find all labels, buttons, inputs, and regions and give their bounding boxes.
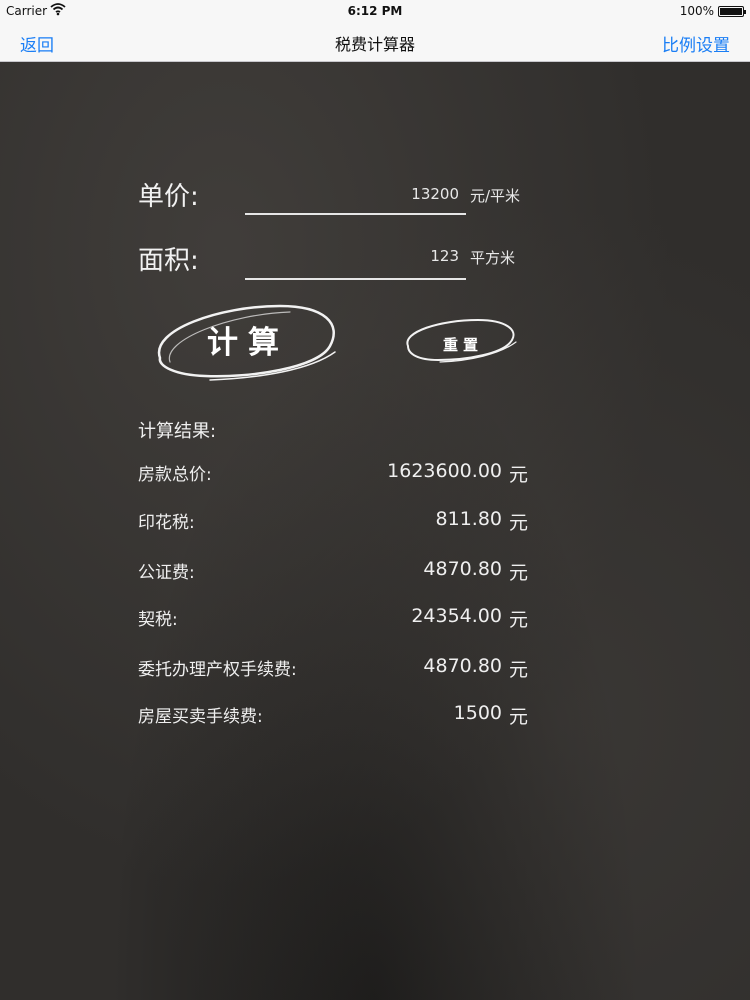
- result-unit: 元: [508, 464, 528, 486]
- result-unit: 元: [508, 512, 528, 534]
- result-value: 1623600.00: [387, 460, 502, 482]
- area-input[interactable]: 123: [339, 247, 459, 265]
- ratio-settings-button[interactable]: 比例设置: [662, 31, 730, 56]
- result-row-deed-tax: 契税: 24354.00 元: [138, 605, 528, 631]
- page-title: 税费计算器: [334, 35, 415, 54]
- result-label: 房款总价:: [138, 465, 212, 485]
- area-unit: 平方米: [470, 249, 516, 267]
- result-row-total-price: 房款总价: 1623600.00 元: [138, 460, 528, 486]
- area-label: 面积:: [138, 246, 199, 276]
- result-value: 24354.00: [411, 605, 502, 627]
- result-unit: 元: [508, 562, 528, 584]
- result-row-transaction-fee: 房屋买卖手续费: 1500 元: [138, 702, 528, 728]
- result-row-title-transfer-fee: 委托办理产权手续费: 4870.80 元: [138, 655, 528, 681]
- status-time: 6:12 PM: [347, 4, 403, 18]
- result-value: 1500: [453, 702, 502, 724]
- reset-button[interactable]: [400, 316, 520, 364]
- unit-price-label: 单价:: [138, 182, 199, 212]
- result-value: 811.80: [435, 508, 502, 530]
- results-title: 计算结果:: [138, 421, 217, 442]
- result-unit: 元: [508, 659, 528, 681]
- navigation-bar: 返回 税费计算器 比例设置: [0, 22, 750, 62]
- calculate-button[interactable]: [150, 300, 340, 384]
- result-row-notary-fee: 公证费: 4870.80 元: [138, 558, 528, 584]
- result-unit: 元: [508, 609, 528, 631]
- result-label: 契税:: [138, 610, 178, 630]
- result-value: 4870.80: [423, 558, 502, 580]
- result-unit: 元: [508, 706, 528, 728]
- unit-price-unit: 元/平米: [470, 187, 521, 205]
- result-label: 公证费:: [138, 563, 195, 583]
- chalkboard-background: 单价: 13200 元/平米 面积: 123 平方米 计算 重置 计算结果: 房…: [0, 62, 750, 1000]
- unit-price-input[interactable]: 13200: [339, 185, 459, 203]
- battery-percent: 100%: [679, 4, 714, 18]
- result-label: 委托办理产权手续费:: [138, 660, 297, 680]
- status-bar: Carrier 6:12 PM 100%: [0, 0, 750, 22]
- battery-status: 100%: [679, 4, 746, 18]
- result-label: 房屋买卖手续费:: [138, 707, 263, 727]
- result-value: 4870.80: [423, 655, 502, 677]
- result-label: 印花税:: [138, 513, 195, 533]
- result-row-stamp-duty: 印花税: 811.80 元: [138, 508, 528, 534]
- unit-price-underline: [245, 213, 466, 215]
- battery-icon: [718, 5, 746, 17]
- battery-fill: [720, 7, 742, 15]
- area-underline: [245, 278, 466, 280]
